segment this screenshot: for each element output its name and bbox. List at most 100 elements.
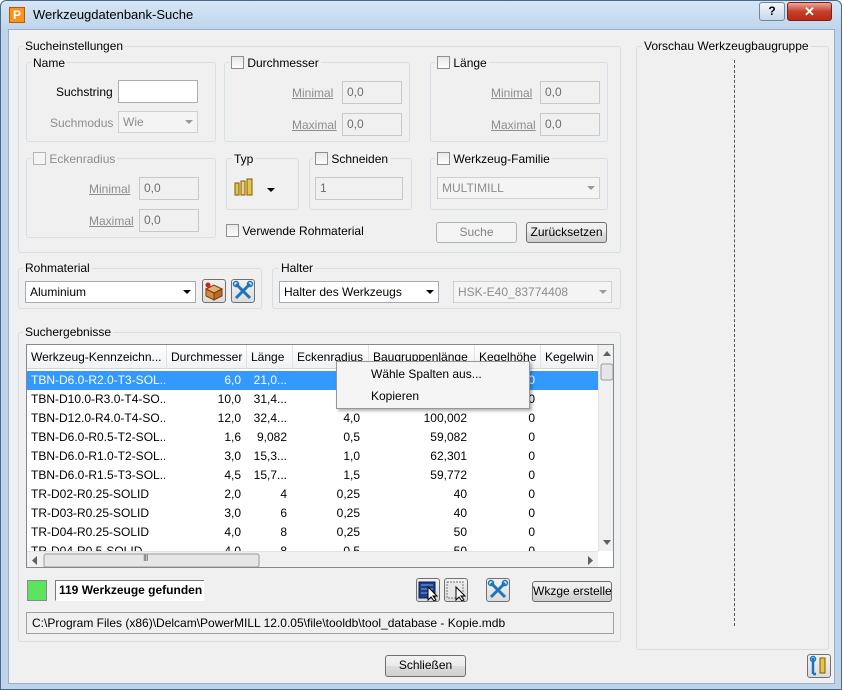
column-header[interactable]: Kegelwin (541, 345, 598, 369)
dialog-window: P Werkzeugdatenbank-Suche ? ✕ Sucheinste… (0, 0, 842, 690)
eckenradius-checkbox[interactable] (33, 152, 46, 165)
eckenradius-header: Eckenradius (31, 152, 118, 166)
table-cell: 8 (280, 525, 287, 539)
table-cell: TBN-D6.0-R2.0-T3-SOL... (31, 373, 165, 387)
select-none-icon (446, 581, 467, 602)
vertical-scrollbar[interactable] (598, 345, 613, 551)
rohmaterial-select[interactable]: Aluminium (25, 281, 196, 303)
table-cell: 21,0... (253, 373, 287, 387)
table-cell: 0 (528, 487, 535, 501)
wrench-cross-icon (232, 280, 254, 300)
table-cell: 0,25 (336, 525, 360, 539)
table-cell: TBN-D6.0-R0.5-T2-SOL... (31, 430, 165, 444)
verwende-rohmaterial-label: Verwende Rohmaterial (242, 224, 364, 238)
close-button[interactable]: Schließen (385, 655, 466, 677)
durchmesser-maximal-label: Maximal (292, 118, 337, 132)
table-row[interactable]: TBN-D12.0-R4.0-T4-SO... 12,0 32,4... 4,0 100… (27, 409, 598, 428)
table-cell: 40 (453, 506, 467, 520)
holder-select[interactable]: HSK-E40_83774408 (453, 281, 612, 303)
eckenradius-minimal-input[interactable]: 0,0 (139, 177, 199, 200)
table-cell (541, 371, 596, 390)
hscroll-grip: III (143, 553, 148, 563)
close-window-button[interactable]: ✕ (787, 2, 832, 21)
table-cell (541, 390, 596, 409)
help-button[interactable]: ? (759, 2, 785, 21)
eckenradius-maximal-input[interactable]: 0,0 (139, 209, 199, 232)
typ-label: Typ (232, 152, 256, 166)
material-tools-button[interactable] (231, 279, 255, 303)
holder-value: HSK-E40_83774408 (458, 285, 569, 299)
scrollbar-graphics (600, 351, 613, 545)
suchmodus-value: Wie (123, 115, 144, 129)
chevron-down-icon (599, 290, 607, 294)
column-header[interactable]: Durchmesser (167, 345, 247, 369)
column-header[interactable]: Länge (247, 345, 293, 369)
laenge-maximal-input[interactable]: 0,0 (540, 113, 600, 136)
name-label: Name (31, 56, 68, 70)
eckenradius-maximal-label: Maximal (89, 214, 134, 228)
select-none-button[interactable] (444, 578, 468, 602)
wrench-cross-icon (487, 579, 509, 599)
laenge-checkbox[interactable] (437, 56, 450, 69)
tool-setup-button[interactable] (486, 578, 510, 602)
table-row[interactable]: TBN-D6.0-R1.0-T2-SOL... 3,0 15,3... 1,0 62,3… (27, 447, 598, 466)
select-all-icon (418, 581, 439, 602)
durchmesser-maximal-input[interactable]: 0,0 (342, 113, 402, 136)
schneiden-header: Schneiden (313, 152, 391, 166)
menu-item-select-columns[interactable]: Wähle Spalten aus... (371, 367, 482, 381)
table-cell: 6,0 (224, 373, 241, 387)
suchstring-label: Suchstring (56, 85, 113, 99)
suchmodus-label: Suchmodus (50, 116, 114, 130)
suchstring-input[interactable] (118, 80, 198, 103)
table-cell: 4,5 (224, 468, 241, 482)
familie-value: MULTIMILL (442, 181, 504, 195)
schneiden-input[interactable]: 1 (315, 177, 403, 200)
tool-settings-icon (809, 655, 826, 676)
halter-select[interactable]: Halter des Werkzeugs (279, 281, 439, 303)
title-bar[interactable]: P Werkzeugdatenbank-Suche ? ✕ (1, 1, 841, 29)
table-row[interactable]: TR-D04-R0.25-SOLID 4,0 8 0,25 50 0 (27, 523, 598, 542)
durchmesser-minimal-input[interactable]: 0,0 (342, 81, 402, 104)
create-tools-button[interactable]: Wkzge erstellen (532, 581, 612, 602)
schneiden-checkbox[interactable] (315, 152, 328, 165)
table-cell (541, 428, 596, 447)
table-row[interactable]: TR-D03-R0.25-SOLID 3,0 6 0,25 40 0 (27, 504, 598, 523)
table-cell: 0 (528, 468, 535, 482)
durchmesser-checkbox[interactable] (231, 56, 244, 69)
settings-tool-button[interactable] (807, 654, 831, 678)
select-all-button[interactable] (416, 578, 440, 602)
column-header[interactable]: Werkzeug-Kennzeichn... (27, 345, 167, 369)
eckenradius-label: Eckenradius (49, 152, 116, 166)
suche-button[interactable]: Suche (436, 222, 517, 243)
preview-axis-line (734, 60, 735, 626)
chevron-down-icon (185, 120, 193, 124)
horizontal-scrollbar[interactable]: III (27, 551, 598, 567)
laenge-maximal-label: Maximal (491, 118, 536, 132)
eckenradius-minimal-label: Minimal (89, 182, 131, 196)
table-row[interactable]: TR-D02-R0.25-SOLID 2,0 4 0,25 40 0 (27, 485, 598, 504)
table-row[interactable]: TBN-D6.0-R0.5-T2-SOL... 1,6 9,082 0,5 59,082… (27, 428, 598, 447)
familie-select[interactable]: MULTIMILL (437, 177, 600, 199)
table-cell: 10,0 (217, 392, 241, 406)
table-cell: 1,5 (343, 468, 360, 482)
table-cell: 1,0 (343, 449, 360, 463)
table-cell: 3,0 (224, 449, 241, 463)
familie-checkbox[interactable] (437, 152, 450, 165)
verwende-rohmaterial-checkbox[interactable] (226, 224, 239, 237)
menu-item-copy[interactable]: Kopieren (371, 389, 419, 403)
rohmaterial-label: Rohmaterial (23, 261, 92, 275)
tool-type-icon (234, 178, 275, 196)
suchmodus-select[interactable]: Wie (118, 111, 198, 133)
halter-value: Halter des Werkzeugs (284, 285, 402, 299)
laenge-minimal-input[interactable]: 0,0 (540, 81, 600, 104)
reset-button[interactable]: Zurücksetzen (526, 222, 607, 243)
rohmaterial-value: Aluminium (30, 285, 87, 299)
status-indicator (27, 580, 47, 601)
table-cell (541, 409, 596, 428)
table-cell: 59,082 (430, 430, 467, 444)
typ-select[interactable] (233, 177, 279, 201)
table-row[interactable]: TBN-D6.0-R1.5-T3-SOL... 4,5 15,7... 1,5 59,7… (27, 466, 598, 485)
table-cell: 0 (528, 506, 535, 520)
material-box-button[interactable] (202, 279, 226, 303)
table-cell (541, 485, 596, 504)
